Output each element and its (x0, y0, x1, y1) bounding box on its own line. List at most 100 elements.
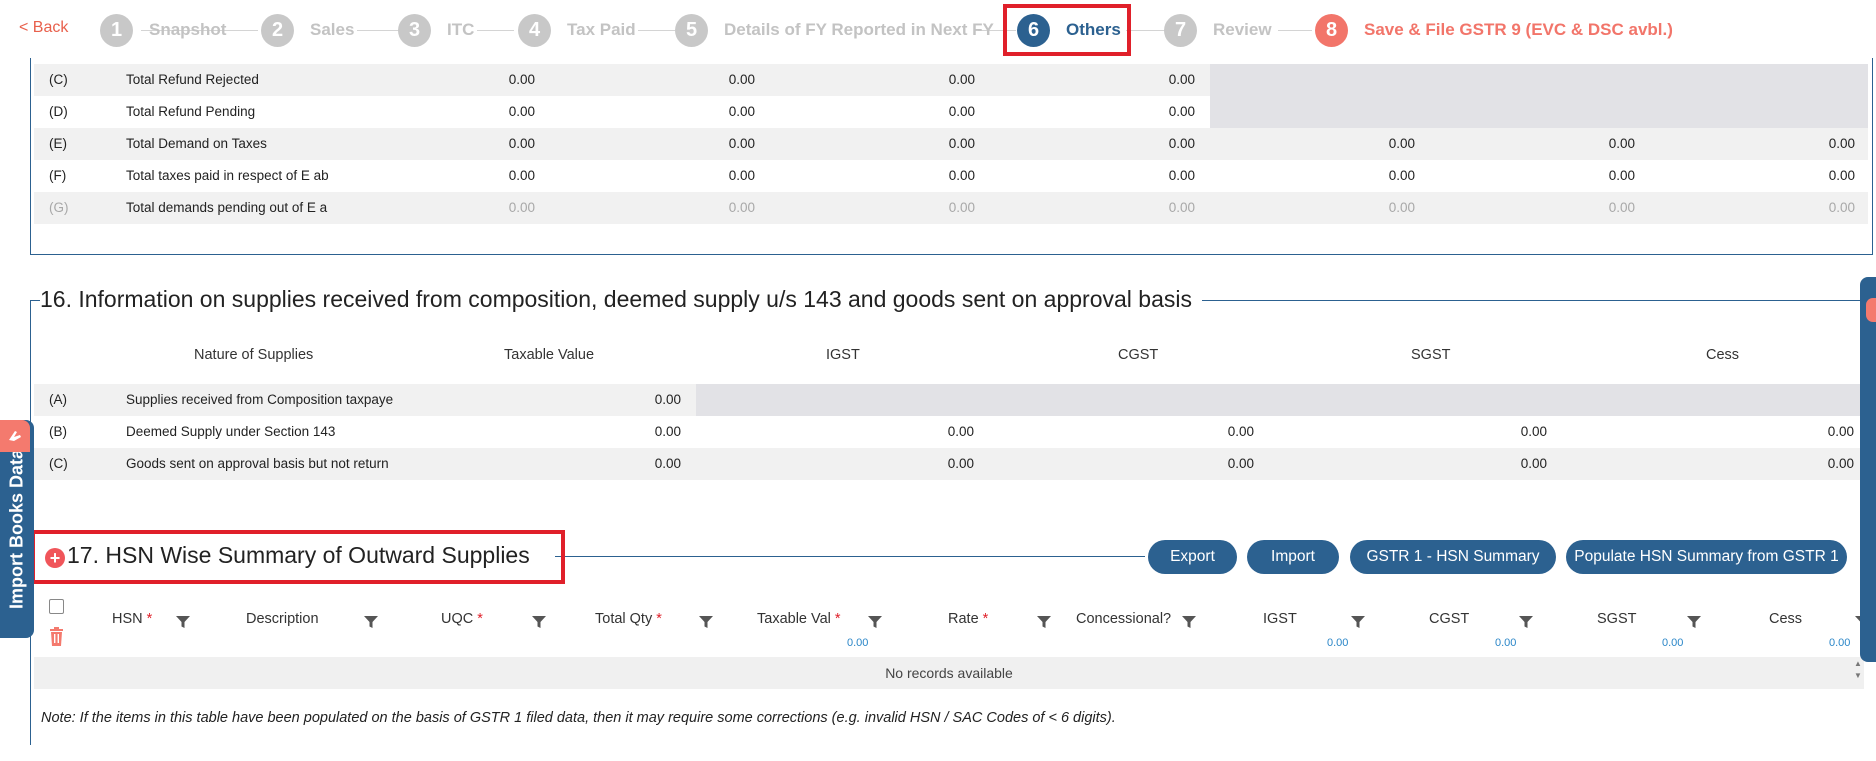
row-label: Total Refund Rejected (126, 72, 259, 87)
value-cell[interactable]: 0.00 (1115, 168, 1195, 183)
filter-icon[interactable] (1182, 615, 1196, 629)
filter-icon[interactable] (868, 615, 882, 629)
step-connector (1278, 30, 1312, 31)
value-cell[interactable]: 0.00 (1467, 424, 1547, 439)
trash-icon[interactable] (48, 627, 65, 646)
row-code: (D) (49, 104, 68, 119)
col-sgst: SGST (1411, 347, 1451, 363)
step-itc[interactable]: 3 ITC (398, 12, 474, 48)
value-cell[interactable]: 0.00 (894, 424, 974, 439)
filter-icon[interactable] (1687, 615, 1701, 629)
value-cell[interactable]: 0.00 (455, 168, 535, 183)
step-tax-paid[interactable]: 4 Tax Paid (518, 12, 636, 48)
value-cell[interactable]: 0.00 (1775, 136, 1855, 151)
value-cell[interactable]: 0.00 (894, 456, 974, 471)
section-16-title: 16. Information on supplies received fro… (40, 286, 1202, 313)
value-cell[interactable]: 0.00 (895, 200, 975, 215)
value-cell[interactable]: 0.00 (1335, 168, 1415, 183)
col-cess[interactable]: Cess (1769, 611, 1802, 627)
value-cell[interactable]: 0.00 (1174, 424, 1254, 439)
scrollbar[interactable]: ▲ ▼ (1854, 658, 1864, 682)
value-cell[interactable]: 0.00 (675, 104, 755, 119)
step-number: 2 (261, 13, 294, 47)
step-label: Save & File GSTR 9 (EVC & DSC avbl.) (1364, 20, 1673, 39)
value-cell[interactable]: 0.00 (675, 72, 755, 87)
value-cell[interactable]: 0.00 (601, 392, 681, 407)
step-sales[interactable]: 2 Sales (261, 12, 354, 48)
value-cell[interactable]: 0.00 (455, 104, 535, 119)
right-side-tab[interactable] (1860, 277, 1876, 662)
filter-icon[interactable] (1037, 615, 1051, 629)
value-cell[interactable]: 0.00 (675, 200, 755, 215)
import-button[interactable]: Import (1247, 540, 1339, 574)
col-cgst[interactable]: CGST (1429, 611, 1469, 627)
col-total-qty[interactable]: Total Qty * (595, 611, 662, 627)
step-number: 1 (100, 13, 133, 47)
col-sgst[interactable]: SGST (1597, 611, 1636, 627)
row-code: (G) (49, 200, 69, 215)
value-cell[interactable]: 0.00 (601, 456, 681, 471)
value-cell[interactable]: 0.00 (1555, 200, 1635, 215)
value-cell[interactable]: 0.00 (455, 200, 535, 215)
filter-icon[interactable] (176, 615, 190, 629)
col-uqc[interactable]: UQC * (441, 611, 483, 627)
add-row-icon[interactable]: + (45, 548, 65, 568)
step-number: 5 (675, 13, 708, 47)
back-link[interactable]: < Back (19, 19, 68, 37)
col-igst[interactable]: IGST (1263, 611, 1297, 627)
value-cell[interactable]: 0.00 (675, 136, 755, 151)
step-number: 6 (1017, 13, 1050, 47)
value-cell[interactable]: 0.00 (601, 424, 681, 439)
value-cell[interactable]: 0.00 (1774, 456, 1854, 471)
value-cell[interactable]: 0.00 (1335, 136, 1415, 151)
value-cell[interactable]: 0.00 (895, 72, 975, 87)
hand-pointer-icon[interactable] (0, 420, 30, 452)
value-cell[interactable]: 0.00 (895, 168, 975, 183)
value-cell[interactable]: 0.00 (1115, 136, 1195, 151)
notification-dot (1866, 298, 1876, 322)
value-cell[interactable]: 0.00 (1174, 456, 1254, 471)
value-cell[interactable]: 0.00 (675, 168, 755, 183)
col-label: Description (246, 611, 319, 627)
value-cell[interactable]: 0.00 (895, 104, 975, 119)
step-review[interactable]: 7 Review (1164, 12, 1272, 48)
value-cell[interactable]: 0.00 (1335, 200, 1415, 215)
col-description[interactable]: Description (246, 611, 319, 627)
col-label: Cess (1769, 611, 1803, 627)
filter-icon[interactable] (1519, 615, 1533, 629)
value-cell[interactable]: 0.00 (895, 136, 975, 151)
select-all-checkbox[interactable] (49, 599, 64, 614)
col-rate[interactable]: Rate * (948, 611, 988, 627)
col-taxable-val[interactable]: Taxable Val * (757, 611, 841, 627)
col-concessional[interactable]: Concessional? (1076, 611, 1171, 627)
value-cell[interactable]: 0.00 (455, 72, 535, 87)
gstr1-hsn-summary-button[interactable]: GSTR 1 - HSN Summary (1350, 540, 1556, 574)
col-hsn[interactable]: HSN * (112, 611, 152, 627)
value-cell[interactable]: 0.00 (1555, 136, 1635, 151)
value-cell[interactable]: 0.00 (1775, 168, 1855, 183)
populate-hsn-button[interactable]: Populate HSN Summary from GSTR 1 (1566, 540, 1847, 574)
value-cell[interactable]: 0.00 (1115, 104, 1195, 119)
filter-icon[interactable] (699, 615, 713, 629)
col-label: IGST (1263, 611, 1297, 627)
wizard-stepper: < Back 1 Snapshot 2 Sales 3 ITC 4 Tax Pa… (0, 0, 1876, 60)
row-label: Total Demand on Taxes (126, 136, 267, 151)
value-cell[interactable]: 0.00 (455, 136, 535, 151)
step-snapshot[interactable]: 1 Snapshot (100, 12, 226, 48)
step-others[interactable]: 6 Others (1017, 12, 1121, 48)
value-cell[interactable]: 0.00 (1775, 200, 1855, 215)
import-books-tab[interactable]: Import Books Data (0, 420, 34, 638)
value-cell[interactable]: 0.00 (1774, 424, 1854, 439)
value-cell[interactable]: 0.00 (1115, 200, 1195, 215)
filter-icon[interactable] (1351, 615, 1365, 629)
filter-icon[interactable] (532, 615, 546, 629)
value-cell[interactable]: 0.00 (1555, 168, 1635, 183)
value-cell[interactable]: 0.00 (1467, 456, 1547, 471)
value-cell[interactable]: 0.00 (1115, 72, 1195, 87)
step-save-file[interactable]: 8 Save & File GSTR 9 (EVC & DSC avbl.) (1315, 12, 1673, 48)
step-next-fy[interactable]: 5 Details of FY Reported in Next FY (675, 12, 994, 48)
required-marker: * (656, 611, 662, 627)
row-label: Goods sent on approval basis but not ret… (126, 456, 389, 471)
export-button[interactable]: Export (1148, 540, 1237, 574)
filter-icon[interactable] (364, 615, 378, 629)
